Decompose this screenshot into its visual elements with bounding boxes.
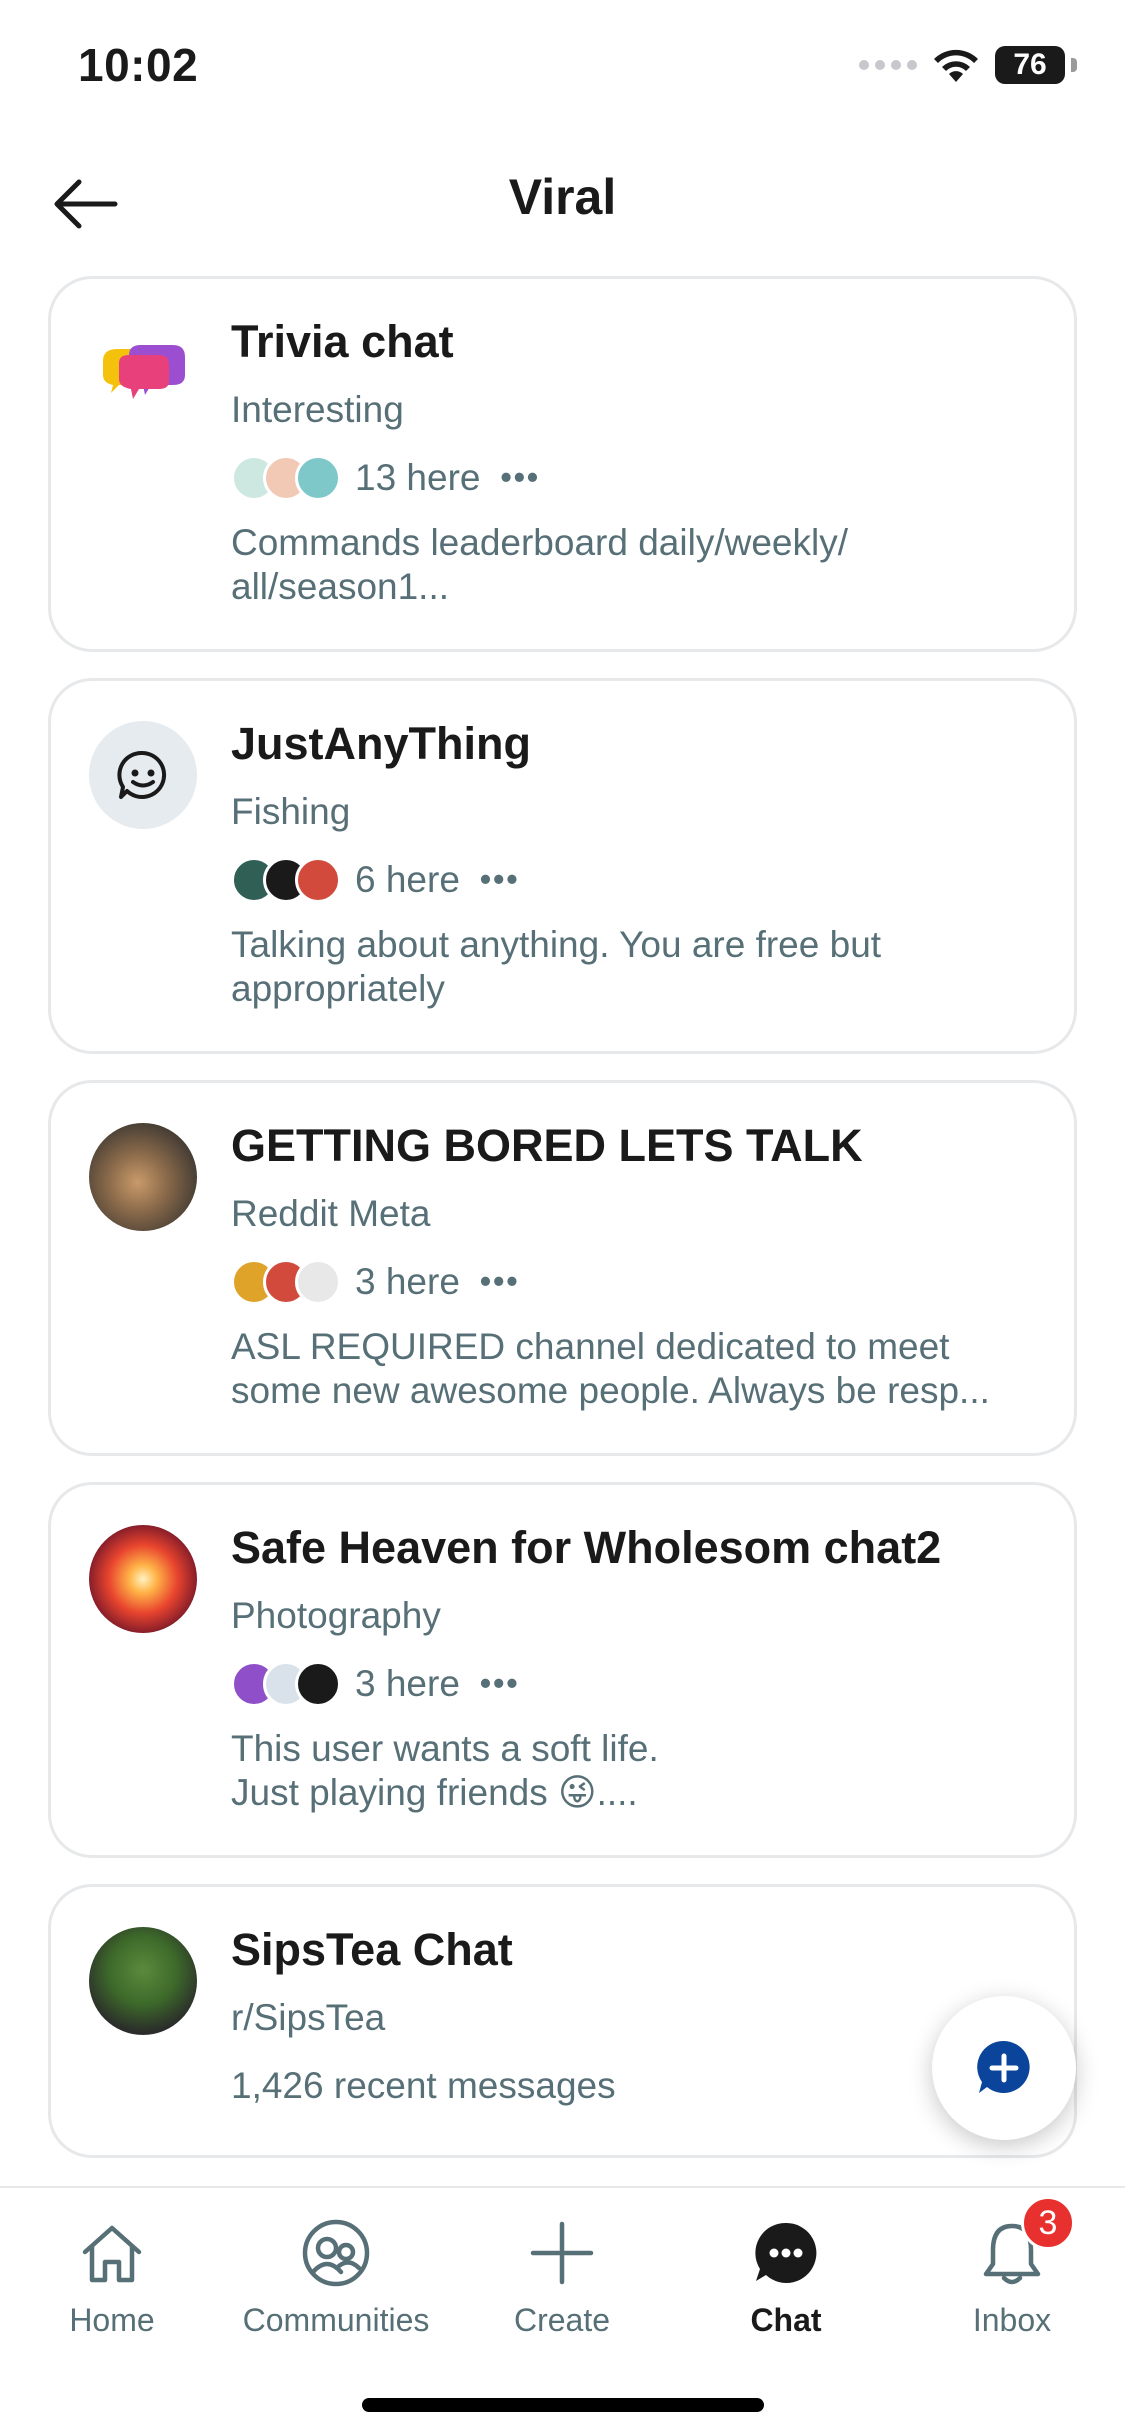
channel-community: Reddit Meta [231, 1192, 431, 1234]
bell-icon: 3 [977, 2196, 1075, 2298]
nav-chat[interactable]: Chat [676, 2208, 896, 2339]
trivia-time-logo [89, 319, 197, 427]
channel-card[interactable]: GETTING BORED LETS TALK Reddit Meta 3 he… [48, 1080, 1077, 1456]
description-line: all/season1... [231, 565, 450, 607]
here-count: 3 here [355, 1662, 460, 1704]
frog-image [89, 1927, 197, 2035]
new-chat-button[interactable] [932, 1996, 1076, 2140]
cat-photo [89, 1123, 197, 1231]
channel-card[interactable]: Safe Heaven for Wholesom chat2 Photograp… [48, 1482, 1077, 1858]
header: Viral [0, 140, 1125, 260]
description-line: Talking about anything. You are free but [231, 923, 882, 965]
description-line: ASL REQUIRED channel dedicated to meet [231, 1325, 950, 1367]
channel-title: Trivia chat [231, 317, 454, 367]
status-icons: 76 [859, 46, 1077, 84]
members-online: 13 here ••• [231, 453, 1034, 503]
channel-community: Fishing [231, 790, 351, 832]
channel-title: JustAnyThing [231, 719, 531, 769]
nav-inbox[interactable]: 3 Inbox [902, 2196, 1122, 2339]
status-time: 10:02 [78, 39, 199, 91]
channel-card[interactable]: JustAnyThing Fishing 6 here ••• Talking … [48, 678, 1077, 1054]
nav-communities-label: Communities [242, 2302, 430, 2338]
here-count: 13 here [355, 456, 481, 498]
description-line: Just playing friends 😜.... [231, 1771, 638, 1813]
battery-tip [1071, 58, 1077, 72]
member-avatars [231, 454, 341, 501]
cellular-signal-icon [859, 60, 917, 70]
here-count: 3 here [355, 1260, 460, 1302]
channel-title: Safe Heaven for Wholesom chat2 [231, 1523, 942, 1573]
member-avatars [231, 856, 341, 903]
channel-title: SipsTea Chat [231, 1925, 513, 1975]
more-icon: ••• [479, 1665, 520, 1701]
members-online: 6 here ••• [231, 855, 1034, 905]
chat-plus-icon [977, 2040, 1030, 2093]
more-icon: ••• [479, 861, 520, 897]
channel-list: Trivia chat Interesting 13 here ••• Comm… [48, 276, 1077, 2184]
more-icon: ••• [479, 1263, 520, 1299]
description-line: appropriately [231, 967, 445, 1009]
inbox-badge: 3 [1021, 2196, 1075, 2250]
nav-home-label: Home [69, 2302, 155, 2338]
channel-description: Commands leaderboard daily/weekly/ all/s… [231, 521, 1034, 609]
channel-card[interactable]: Trivia chat Interesting 13 here ••• Comm… [48, 276, 1077, 652]
member-avatar [295, 454, 341, 501]
channel-community: r/SipsTea [231, 1996, 386, 2038]
channel-community: Interesting [231, 388, 404, 430]
member-avatars [231, 1660, 341, 1707]
member-avatar [295, 856, 341, 903]
chat-bubble-icon [89, 721, 197, 829]
member-avatar [295, 1660, 341, 1707]
phoenix-image [89, 1525, 197, 1633]
battery-icon: 76 [995, 46, 1065, 84]
channel-card[interactable]: SipsTea Chat r/SipsTea 1,426 recent mess… [48, 1884, 1077, 2158]
channel-community: Photography [231, 1594, 441, 1636]
bottom-nav: Home Communities Create Chat 3 Inbox [0, 2186, 1125, 2436]
channel-description: Talking about anything. You are free but… [231, 923, 1034, 1011]
page-title: Viral [508, 169, 617, 225]
plus-icon [527, 2208, 597, 2298]
here-count: 6 here [355, 858, 460, 900]
nav-create-label: Create [513, 2302, 611, 2338]
recent-messages: 1,426 recent messages [231, 2064, 616, 2106]
nav-home[interactable]: Home [2, 2208, 222, 2339]
nav-inbox-label: Inbox [972, 2302, 1052, 2338]
more-icon: ••• [500, 459, 541, 495]
communities-icon [299, 2208, 373, 2298]
nav-create[interactable]: Create [452, 2208, 672, 2339]
nav-communities[interactable]: Communities [226, 2208, 446, 2339]
channel-description: ASL REQUIRED channel dedicated to meet s… [231, 1325, 1034, 1413]
description-line: some new awesome people. Always be resp.… [231, 1369, 990, 1411]
nav-chat-label: Chat [750, 2302, 822, 2338]
members-online: 3 here ••• [231, 1257, 1034, 1307]
description-line: Commands leaderboard daily/weekly/ [231, 521, 848, 563]
wifi-icon [934, 49, 978, 82]
status-bar: 10:02 76 [0, 0, 1125, 140]
member-avatar [295, 1258, 341, 1305]
battery-level: 76 [1013, 48, 1047, 81]
channel-description: This user wants a soft life. Just playin… [231, 1727, 1034, 1815]
description-line: This user wants a soft life. [231, 1727, 659, 1769]
chat-icon [750, 2208, 822, 2298]
home-icon [77, 2208, 147, 2298]
channel-title: GETTING BORED LETS TALK [231, 1121, 863, 1171]
member-avatars [231, 1258, 341, 1305]
members-online: 3 here ••• [231, 1659, 1034, 1709]
home-indicator [362, 2398, 764, 2412]
